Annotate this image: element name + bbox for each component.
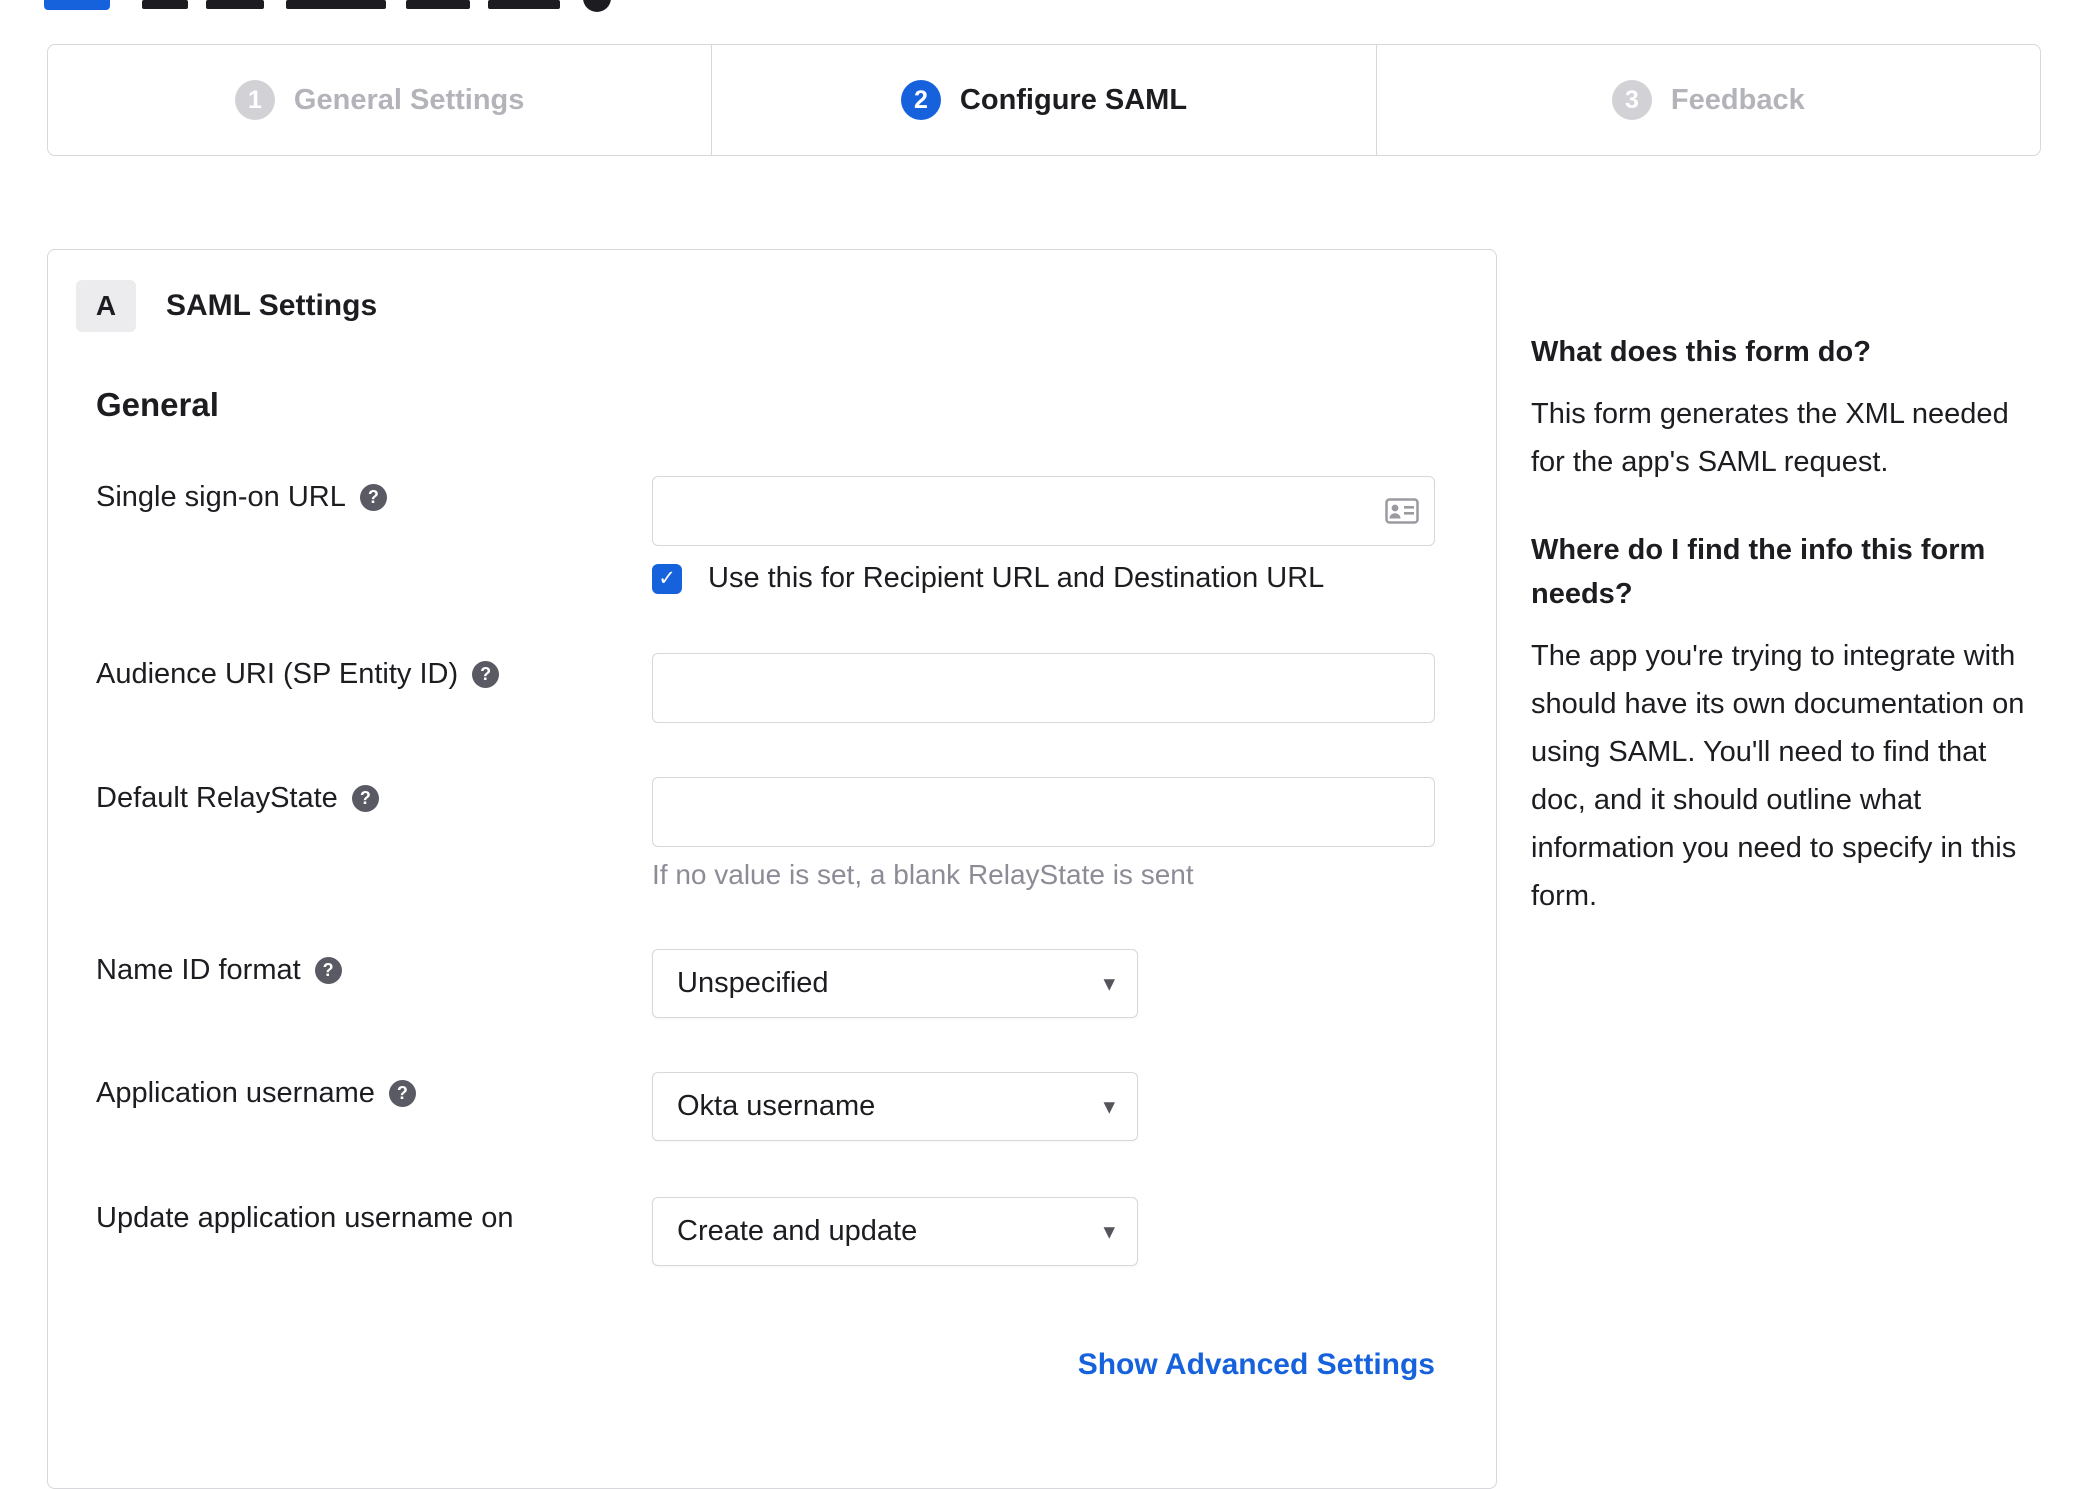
recipient-url-checkbox-label: Use this for Recipient URL and Destinati…: [708, 562, 1325, 594]
sidebar-heading-where: Where do I find the info this form needs…: [1531, 534, 1986, 610]
step-feedback[interactable]: 3 Feedback: [1375, 45, 2040, 155]
update-application-username-label: Update application username on: [96, 1202, 514, 1234]
clipped-page-title: [0, 0, 2092, 14]
sidebar-body-what: This form generates the XML needed for t…: [1531, 398, 2009, 478]
step-number-badge: 3: [1611, 80, 1652, 120]
name-id-format-label: Name ID format: [96, 954, 301, 986]
autofill-contact-icon[interactable]: [1385, 498, 1419, 524]
card-title: SAML Settings: [166, 289, 378, 322]
label-col: Default RelayState ?: [96, 777, 652, 893]
label-col: Update application username on: [96, 1197, 652, 1266]
help-icon[interactable]: ?: [351, 785, 379, 812]
help-sidebar: What does this form do? This form genera…: [1531, 330, 2031, 962]
chevron-down-icon: ▾: [1103, 1218, 1115, 1244]
card-header: A SAML Settings: [76, 280, 1496, 332]
audience-uri-input[interactable]: [652, 653, 1435, 723]
help-icon[interactable]: ?: [388, 1080, 416, 1107]
recipient-url-checkbox-row: ✓ Use this for Recipient URL and Destina…: [652, 562, 1496, 595]
step-general-settings[interactable]: 1 General Settings: [48, 45, 711, 155]
general-section-heading: General: [96, 386, 219, 423]
sso-url-label: Single sign-on URL: [96, 481, 346, 513]
sidebar-heading-what: What does this form do?: [1531, 336, 1871, 368]
control-col: ✓ Use this for Recipient URL and Destina…: [652, 476, 1496, 595]
section-a-badge: A: [76, 280, 136, 332]
application-username-select[interactable]: Okta username ▾: [652, 1072, 1138, 1141]
wizard-stepper: 1 General Settings 2 Configure SAML 3 Fe…: [47, 44, 2041, 156]
control-col: Create and update ▾: [652, 1197, 1496, 1266]
relaystate-hint: If no value is set, a blank RelayState i…: [652, 859, 1194, 890]
clipped-title-fragment: [286, 0, 386, 9]
form-row-update-application-username: Update application username on Create an…: [96, 1197, 1496, 1266]
select-value: Create and update: [677, 1215, 918, 1247]
step-configure-saml[interactable]: 2 Configure SAML: [711, 45, 1375, 155]
sso-url-input-wrap: [652, 476, 1435, 546]
clipped-title-fragment: [406, 0, 470, 9]
help-icon[interactable]: ?: [314, 957, 342, 984]
clipped-logo-fragment: [44, 0, 110, 10]
step-number-badge: 2: [900, 80, 941, 120]
name-id-format-select[interactable]: Unspecified ▾: [652, 949, 1138, 1018]
label-col: Name ID format ?: [96, 949, 652, 1018]
control-col: [652, 653, 1496, 723]
chevron-down-icon: ▾: [1103, 970, 1115, 996]
form-row-name-id-format: Name ID format ? Unspecified ▾: [96, 949, 1496, 1018]
label-col: Application username ?: [96, 1072, 652, 1141]
default-relaystate-label: Default RelayState: [96, 782, 338, 814]
update-application-username-select[interactable]: Create and update ▾: [652, 1197, 1138, 1266]
advanced-settings-row: Show Advanced Settings: [96, 1348, 1435, 1382]
step-number-badge: 1: [234, 80, 275, 120]
step-label: Feedback: [1670, 83, 1805, 116]
clipped-glyph-circle: [583, 0, 611, 12]
clipped-title-fragment: [142, 0, 188, 9]
help-icon[interactable]: ?: [472, 661, 500, 688]
use-for-recipient-checkbox[interactable]: ✓: [652, 563, 682, 594]
select-value: Okta username: [677, 1090, 876, 1122]
label-col: Single sign-on URL ?: [96, 476, 652, 595]
form-row-audience-uri: Audience URI (SP Entity ID) ?: [96, 653, 1496, 723]
control-col: Okta username ▾: [652, 1072, 1496, 1141]
step-label: General Settings: [293, 83, 525, 116]
clipped-title-fragment: [488, 0, 560, 9]
clipped-title-fragment: [206, 0, 264, 9]
audience-uri-label: Audience URI (SP Entity ID): [96, 658, 459, 690]
sidebar-body-where: The app you're trying to integrate with …: [1531, 640, 2025, 912]
step-label: Configure SAML: [959, 83, 1188, 116]
sso-url-input[interactable]: [652, 476, 1435, 546]
help-icon[interactable]: ?: [359, 484, 387, 511]
select-value: Unspecified: [677, 967, 829, 999]
control-col: If no value is set, a blank RelayState i…: [652, 777, 1496, 893]
form-row-application-username: Application username ? Okta username ▾: [96, 1072, 1496, 1141]
form-row-sso-url: Single sign-on URL ? ✓ Use this for Reci…: [96, 476, 1496, 595]
label-col: Audience URI (SP Entity ID) ?: [96, 653, 652, 723]
application-username-label: Application username: [96, 1077, 375, 1109]
default-relaystate-input[interactable]: [652, 777, 1435, 847]
chevron-down-icon: ▾: [1103, 1093, 1115, 1119]
control-col: Unspecified ▾: [652, 949, 1496, 1018]
saml-settings-card: A SAML Settings General Single sign-on U…: [47, 249, 1497, 1489]
form-row-default-relaystate: Default RelayState ? If no value is set,…: [96, 777, 1496, 893]
show-advanced-settings-link[interactable]: Show Advanced Settings: [1078, 1348, 1435, 1381]
saml-general-form: Single sign-on URL ? ✓ Use this for Reci…: [96, 476, 1496, 1382]
